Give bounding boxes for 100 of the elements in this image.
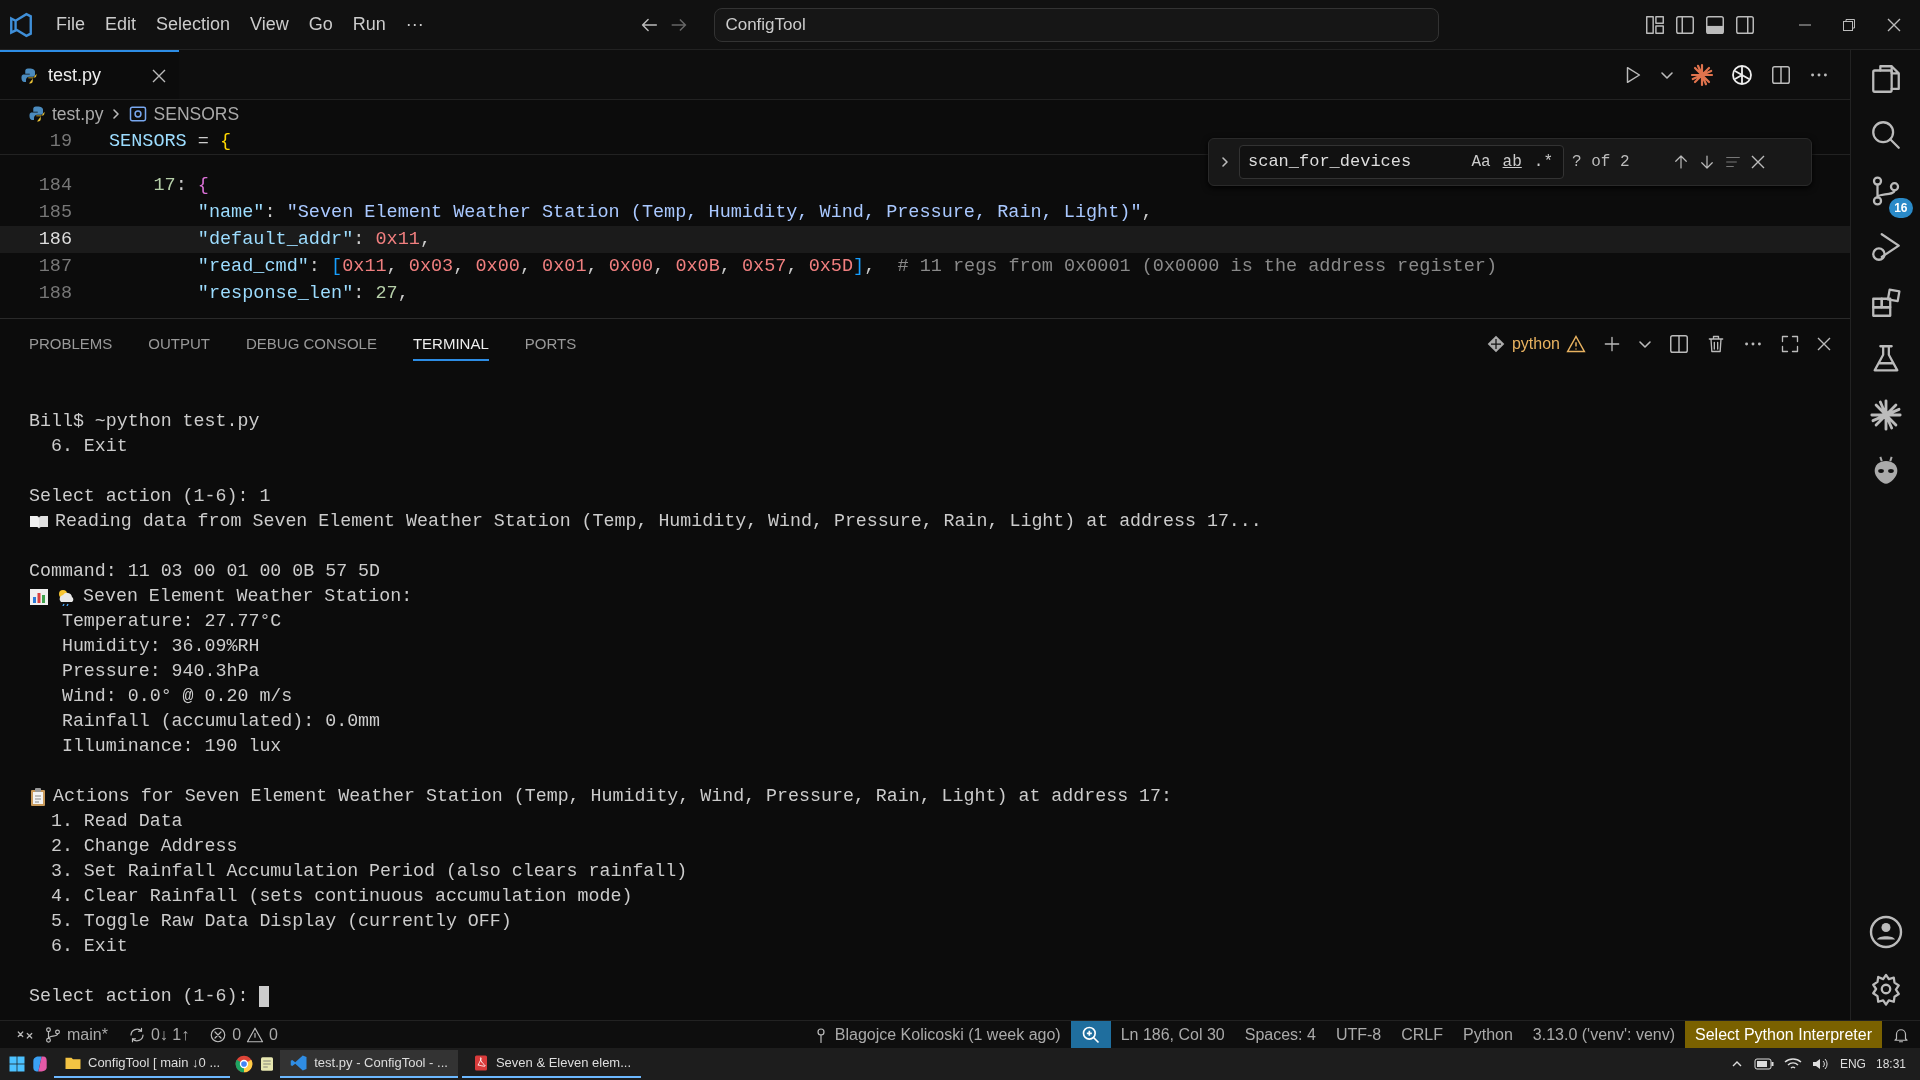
terminal-line: 5. Toggle Raw Data Display (currently OFF): [49, 910, 512, 933]
menu-item[interactable]: ···: [395, 7, 434, 42]
terminal-line: Select action (1-6): 1: [29, 485, 271, 508]
terminal-line: 1. Read Data: [49, 810, 183, 833]
find-option-button[interactable]: Aa: [1469, 150, 1493, 174]
status-item[interactable]: 3.13.0 ('venv': venv): [1522, 1021, 1685, 1048]
status-item[interactable]: Spaces: 4: [1234, 1021, 1326, 1048]
breadcrumb-item[interactable]: test.py: [52, 100, 104, 128]
terminal-line: Command: 11 03 00 01 00 0B 57 5D: [29, 560, 381, 583]
clock[interactable]: 18:31: [1875, 1055, 1906, 1073]
split-editor-icon[interactable]: [1770, 63, 1792, 86]
copilot-icon[interactable]: [30, 1054, 50, 1074]
start-icon[interactable]: [8, 1055, 26, 1073]
terminal-line: Humidity: 36.09%RH: [60, 635, 260, 658]
find-option-button[interactable]: ab: [1500, 150, 1524, 174]
sync-icon: [127, 1025, 146, 1044]
terminal-line: Rainfall (accumulated): 0.0mm: [60, 710, 381, 733]
browser-icon[interactable]: [234, 1054, 255, 1074]
zoom-button[interactable]: [1070, 1021, 1111, 1048]
terminal-name[interactable]: python: [1511, 332, 1560, 356]
tab-label: test.py: [48, 64, 102, 87]
status-item[interactable]: Python: [1453, 1021, 1523, 1048]
interpreter-warning[interactable]: Select Python Interpreter: [1685, 1021, 1882, 1048]
toggle-replace-icon[interactable]: [1219, 156, 1231, 168]
language-indicator[interactable]: ENG: [1839, 1055, 1866, 1073]
command-center-search[interactable]: ConfigTool: [714, 7, 1440, 42]
terminal-line: Select action (1-6):: [29, 985, 250, 1008]
code-line: "response_len": 27,: [196, 282, 409, 306]
zoom-icon: [1080, 1024, 1101, 1045]
error-count: 0: [232, 1024, 242, 1045]
layout-icon[interactable]: [1704, 13, 1726, 36]
warning-icon: [1566, 334, 1586, 354]
terminal-line: Reading data from Seven Element Weather Station (Temp, Humidity, Wind, Pressure, Rain, Light) at address 17...: [55, 510, 1262, 533]
code-line: "read_cmd": [0x11, 0x03, 0x00, 0x01, 0x00, 0x0B, 0x57, 0x5D], # 11 regs from 0x0001 (0x0000 is the address register): [196, 255, 1497, 279]
taskbar-item[interactable]: Seven & Eleven elem...: [461, 1050, 642, 1078]
split-terminal-icon[interactable]: [1668, 333, 1690, 355]
branch-icon: [44, 1025, 62, 1044]
taskbar-item[interactable]: ConfigTool [ main ↓0 ...: [54, 1050, 231, 1078]
terminal-line: Temperature: 27.77°C: [60, 610, 282, 633]
panel-tab[interactable]: PORTS: [524, 326, 577, 362]
blame-status[interactable]: Blagojce Kolicoski (1 week ago): [801, 1021, 1071, 1048]
vscode-icon: [290, 1054, 309, 1072]
panel-tab[interactable]: DEBUG CONSOLE: [246, 326, 377, 362]
sync-status[interactable]: 0↓ 1↑: [117, 1021, 200, 1048]
terminal-line: 3. Set Rainfall Accumulation Period (also clears rainfall): [49, 860, 688, 883]
terminal-line: Pressure: 940.3hPa: [60, 660, 260, 683]
menu-item[interactable]: Go: [298, 7, 343, 42]
count-badge: 16: [1889, 198, 1913, 218]
asterisk-icon[interactable]: [1868, 398, 1903, 432]
sparkle-icon[interactable]: [1690, 62, 1714, 87]
code-line: "name": "Seven Element Weather Station (Temp, Humidity, Wind, Pressure, Rain, Light)",: [196, 201, 1153, 225]
code-line: SENSORS = {: [109, 130, 232, 154]
maximize-panel-icon[interactable]: [1780, 334, 1800, 354]
close-panel-icon[interactable]: [1816, 336, 1832, 352]
line-number: 185: [37, 201, 72, 225]
close-find-icon[interactable]: [1750, 154, 1766, 170]
status-item[interactable]: UTF-8: [1325, 1021, 1392, 1048]
battery-icon[interactable]: [1753, 1057, 1774, 1071]
status-item[interactable]: Ln 186, Col 30: [1110, 1021, 1235, 1048]
panel-tab[interactable]: PROBLEMS: [29, 326, 113, 362]
tab-close-icon[interactable]: [151, 67, 168, 84]
status-item[interactable]: CRLF: [1391, 1021, 1453, 1048]
terminal-line: Seven Element Weather Station:: [83, 585, 413, 608]
close-icon[interactable]: [1886, 16, 1902, 33]
find-option-button[interactable]: .*: [1531, 150, 1555, 174]
account-icon[interactable]: [1867, 914, 1904, 950]
line-number: 19: [48, 130, 72, 154]
layout-icon[interactable]: [1674, 13, 1696, 36]
previous-match-icon[interactable]: [1672, 153, 1690, 171]
line-number: 186: [37, 228, 72, 252]
layout-icon[interactable]: [1644, 13, 1666, 36]
terminal-line: 2. Change Address: [49, 835, 238, 858]
branch-status[interactable]: main*: [34, 1021, 118, 1048]
taskbar-item[interactable]: test.py - ConfigTool - ...: [280, 1050, 458, 1078]
kill-terminal-icon[interactable]: [1706, 334, 1726, 354]
restore-icon[interactable]: [1842, 17, 1856, 32]
line-number: 187: [37, 255, 72, 279]
terminal-line: 4. Clear Rainfall (sets continuous accumulation mode): [49, 885, 633, 908]
menu-item[interactable]: File: [46, 7, 95, 42]
menu-item[interactable]: Edit: [95, 7, 147, 42]
python-file-icon: [20, 66, 38, 85]
layout-icon[interactable]: [1734, 13, 1756, 36]
next-match-icon[interactable]: [1698, 153, 1716, 171]
terminal-line: Bill$ ~python test.py: [29, 410, 260, 433]
error-icon: [209, 1025, 228, 1044]
menu-item[interactable]: Run: [342, 7, 396, 42]
breadcrumb-item[interactable]: SENSORS: [153, 100, 240, 128]
find-input[interactable]: scan_for_devices Aa ab .*: [1239, 145, 1564, 179]
speaker-icon[interactable]: [1811, 1057, 1830, 1071]
terminal-line: 6. Exit: [49, 435, 128, 458]
panel-tab[interactable]: OUTPUT: [148, 326, 211, 362]
app-logo-icon: [8, 11, 34, 38]
wifi-icon[interactable]: [1783, 1057, 1802, 1071]
menu-item[interactable]: Selection: [146, 7, 241, 42]
python-file-icon: [28, 105, 46, 123]
menu-item[interactable]: View: [240, 7, 299, 42]
terminal-line: 6. Exit: [49, 935, 128, 958]
problems-status[interactable]: 0 0: [199, 1021, 288, 1048]
new-terminal-icon[interactable]: [1602, 334, 1622, 354]
panel-tab[interactable]: TERMINAL: [412, 326, 489, 362]
